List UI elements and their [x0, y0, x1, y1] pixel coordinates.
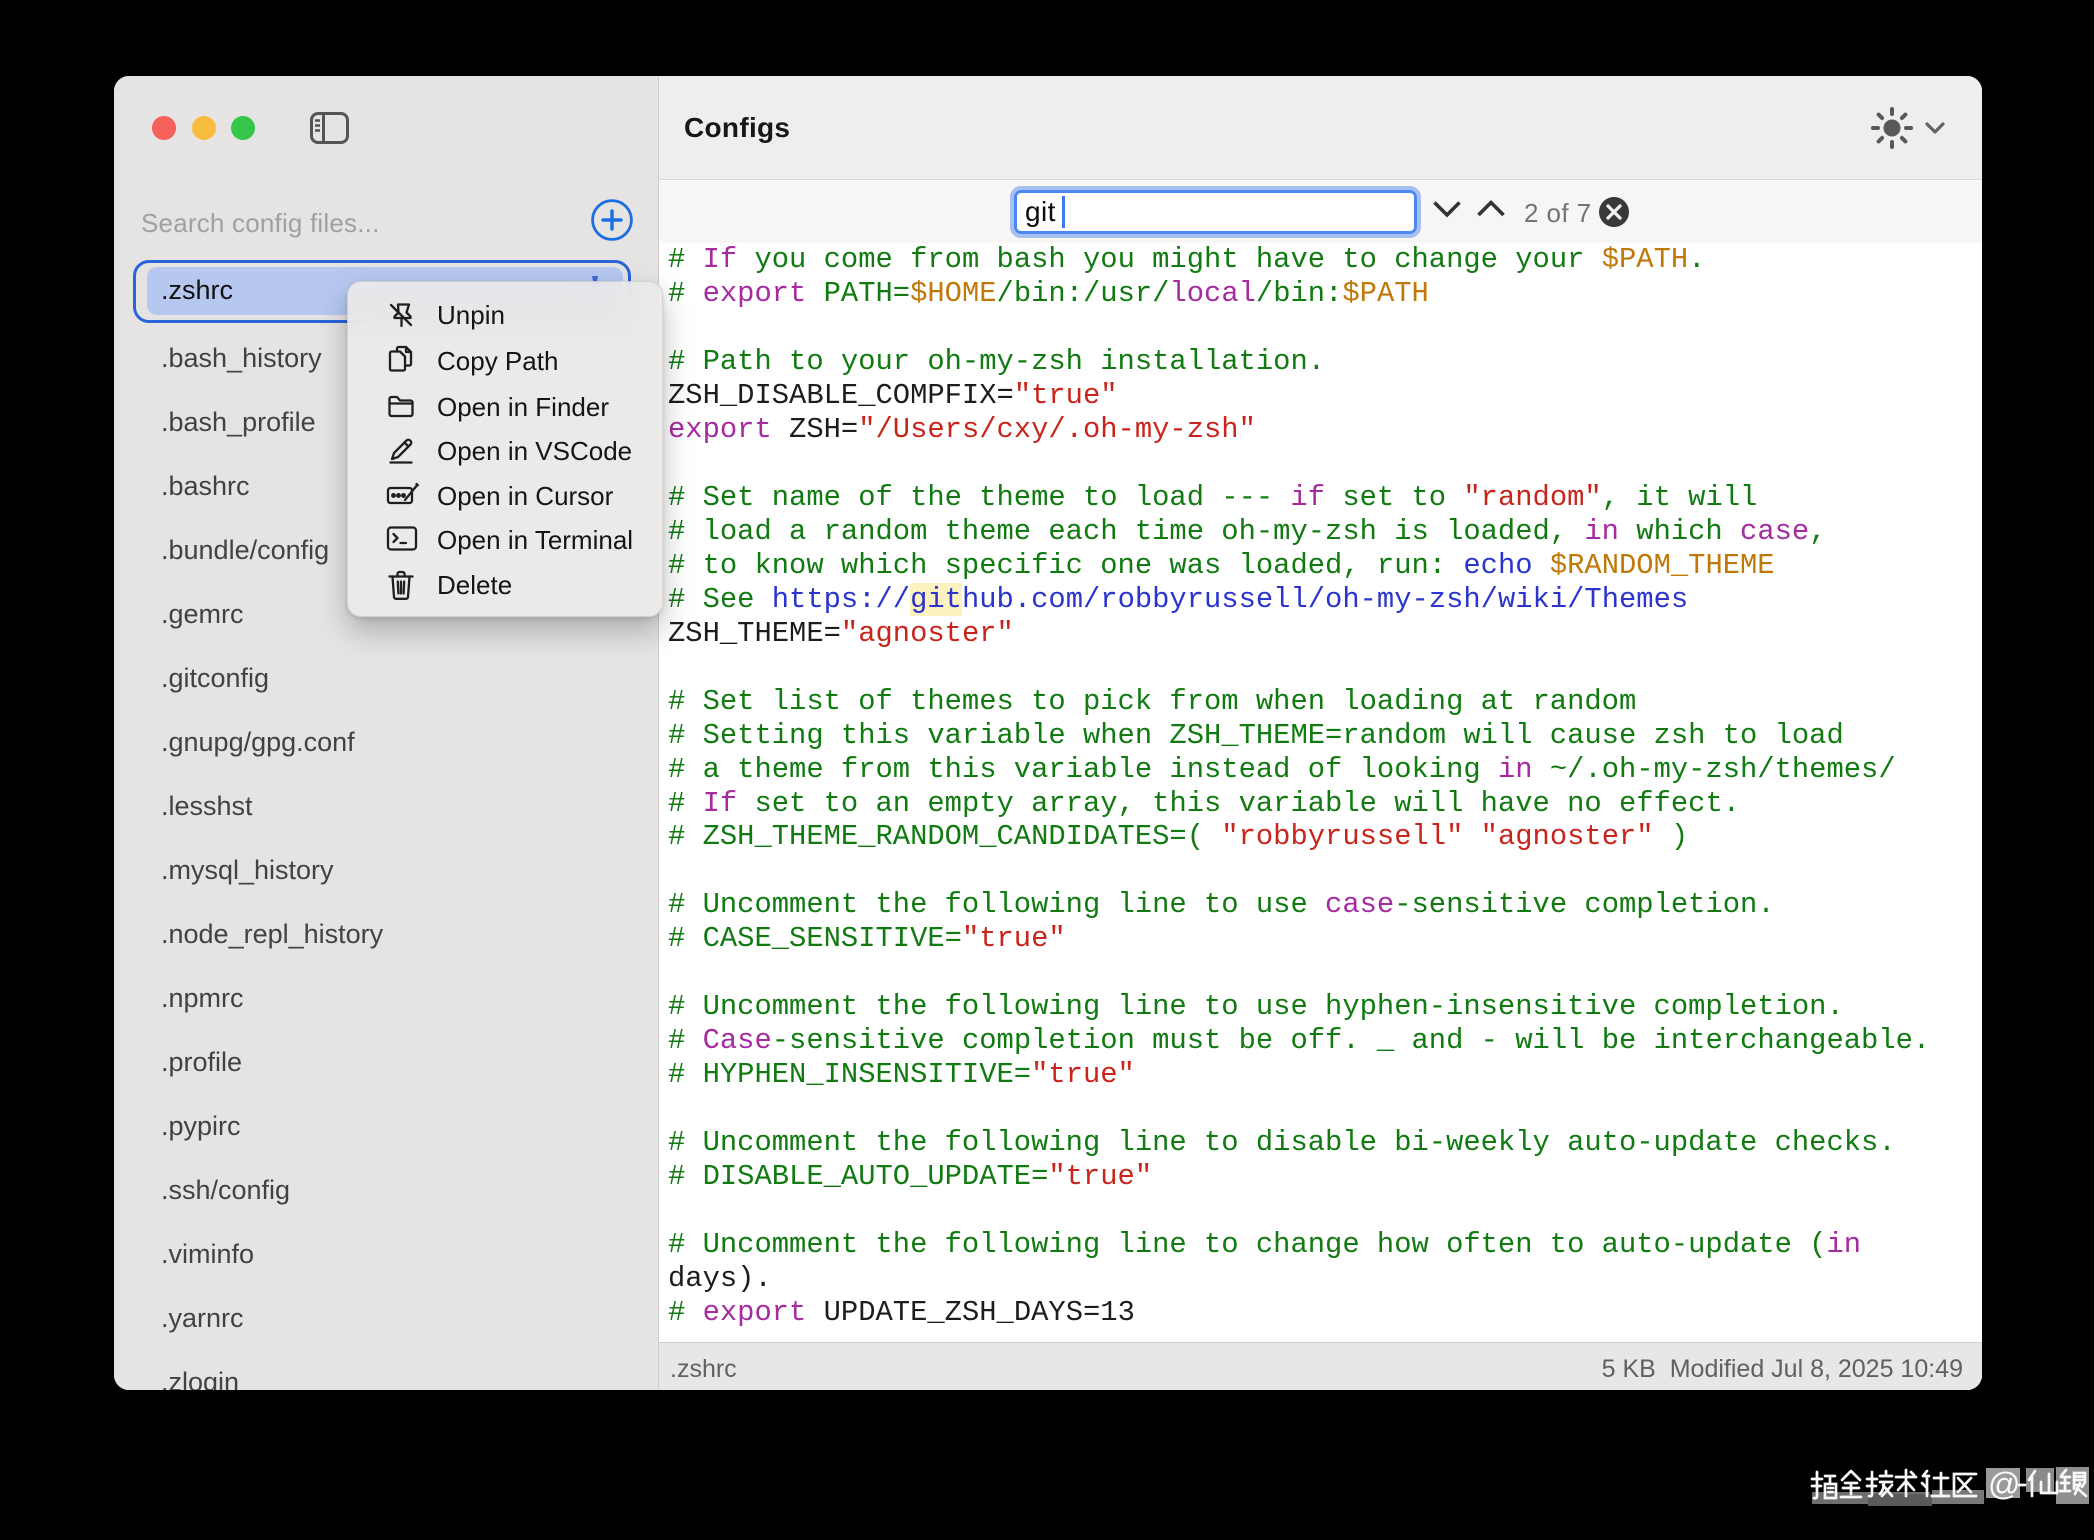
svg-text:@: @ [1988, 1466, 2020, 1502]
